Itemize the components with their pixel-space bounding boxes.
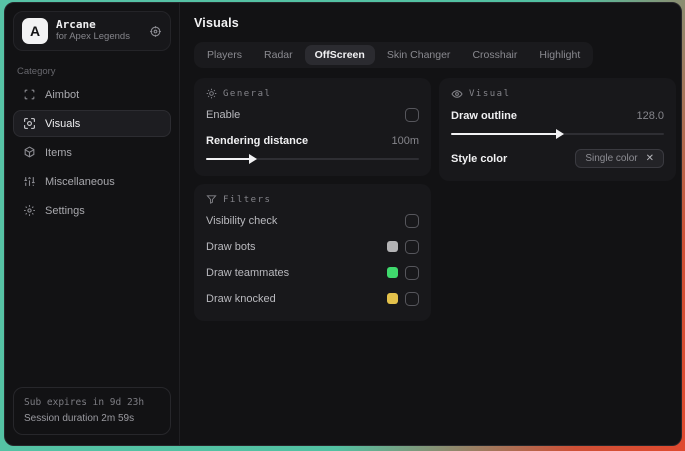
tab-offscreen[interactable]: OffScreen bbox=[304, 45, 375, 65]
draw-knocked-color-swatch[interactable] bbox=[387, 293, 398, 304]
sidebar: A Arcane for Apex Legends Category Aimbo… bbox=[5, 3, 180, 445]
filters-card: Filters Visibility check Draw bots Draw … bbox=[194, 184, 431, 321]
eye-icon bbox=[451, 88, 463, 100]
funnel-icon bbox=[206, 194, 217, 205]
tab-radar[interactable]: Radar bbox=[254, 45, 303, 65]
sidebar-item-settings[interactable]: Settings bbox=[13, 197, 171, 224]
sidebar-item-label: Items bbox=[45, 146, 72, 159]
draw-teammates-color-swatch[interactable] bbox=[387, 267, 398, 278]
filter-row-knocked: Draw knocked bbox=[206, 288, 419, 309]
slider-arrow-thumb[interactable] bbox=[248, 154, 257, 164]
crosshair-scan-icon bbox=[23, 88, 36, 101]
sidebar-item-label: Miscellaneous bbox=[45, 175, 115, 188]
general-card: General Enable Rendering distance 100m bbox=[194, 78, 431, 176]
rendering-distance-label: Rendering distance bbox=[206, 134, 309, 147]
box-icon bbox=[23, 146, 36, 159]
main-panel: Visuals Players Radar OffScreen Skin Cha… bbox=[180, 3, 681, 445]
sliders-icon bbox=[23, 175, 36, 188]
filter-row-visibility: Visibility check bbox=[206, 210, 419, 231]
app-window: A Arcane for Apex Legends Category Aimbo… bbox=[4, 2, 682, 446]
sun-icon bbox=[206, 88, 217, 99]
clear-icon[interactable]: ✕ bbox=[646, 153, 654, 164]
draw-outline-slider[interactable] bbox=[451, 129, 664, 139]
tab-players[interactable]: Players bbox=[197, 45, 252, 65]
sub-expires-text: Sub expires in 9d 23h bbox=[24, 396, 145, 408]
target-icon[interactable] bbox=[149, 25, 162, 38]
page-title: Visuals bbox=[194, 16, 239, 30]
draw-bots-checkbox[interactable] bbox=[405, 239, 419, 254]
tab-highlight[interactable]: Highlight bbox=[529, 45, 590, 65]
visual-card: Visual Draw outline 128.0 Style color Si… bbox=[439, 78, 676, 181]
sidebar-item-label: Settings bbox=[45, 204, 85, 217]
draw-outline-value: 128.0 bbox=[636, 109, 664, 122]
category-label: Category bbox=[17, 66, 56, 77]
app-header-card: A Arcane for Apex Legends bbox=[13, 11, 171, 51]
enable-checkbox[interactable] bbox=[405, 107, 419, 122]
filters-card-title: Filters bbox=[223, 194, 272, 205]
app-subtitle: for Apex Legends bbox=[56, 30, 130, 42]
draw-outline-label: Draw outline bbox=[451, 109, 518, 122]
sidebar-nav: Aimbot Visuals Items Miscellaneous Setti… bbox=[13, 81, 171, 224]
draw-teammates-checkbox[interactable] bbox=[405, 265, 419, 280]
sidebar-item-visuals[interactable]: Visuals bbox=[13, 110, 171, 137]
tab-skin-changer[interactable]: Skin Changer bbox=[377, 45, 461, 65]
slider-arrow-thumb[interactable] bbox=[555, 129, 564, 139]
style-color-value: Single color bbox=[585, 153, 638, 164]
app-logo: A bbox=[22, 18, 48, 44]
filter-row-teammates: Draw teammates bbox=[206, 262, 419, 283]
visual-card-title: Visual bbox=[469, 89, 511, 99]
sidebar-item-miscellaneous[interactable]: Miscellaneous bbox=[13, 168, 171, 195]
draw-knocked-checkbox[interactable] bbox=[405, 291, 419, 306]
sidebar-item-items[interactable]: Items bbox=[13, 139, 171, 166]
visibility-check-checkbox[interactable] bbox=[405, 213, 419, 228]
enable-label: Enable bbox=[206, 108, 241, 121]
rendering-distance-slider[interactable] bbox=[206, 154, 419, 164]
sidebar-item-aimbot[interactable]: Aimbot bbox=[13, 81, 171, 108]
style-color-select[interactable]: Single color ✕ bbox=[575, 149, 664, 168]
tab-crosshair[interactable]: Crosshair bbox=[462, 45, 527, 65]
focus-eye-icon bbox=[23, 117, 36, 130]
sidebar-item-label: Visuals bbox=[45, 117, 81, 130]
session-duration-text: Session duration 2m 59s bbox=[24, 412, 135, 424]
rendering-distance-value: 100m bbox=[391, 134, 419, 147]
general-card-title: General bbox=[223, 88, 272, 99]
tab-bar: Players Radar OffScreen Skin Changer Cro… bbox=[194, 42, 594, 68]
subscription-status-card: Sub expires in 9d 23h Session duration 2… bbox=[13, 386, 171, 435]
sidebar-item-label: Aimbot bbox=[45, 88, 80, 101]
filter-row-bots: Draw bots bbox=[206, 236, 419, 257]
style-color-label: Style color bbox=[451, 152, 508, 165]
gear-icon bbox=[23, 204, 36, 217]
app-name: Arcane bbox=[56, 18, 96, 32]
draw-bots-color-swatch[interactable] bbox=[387, 241, 398, 252]
